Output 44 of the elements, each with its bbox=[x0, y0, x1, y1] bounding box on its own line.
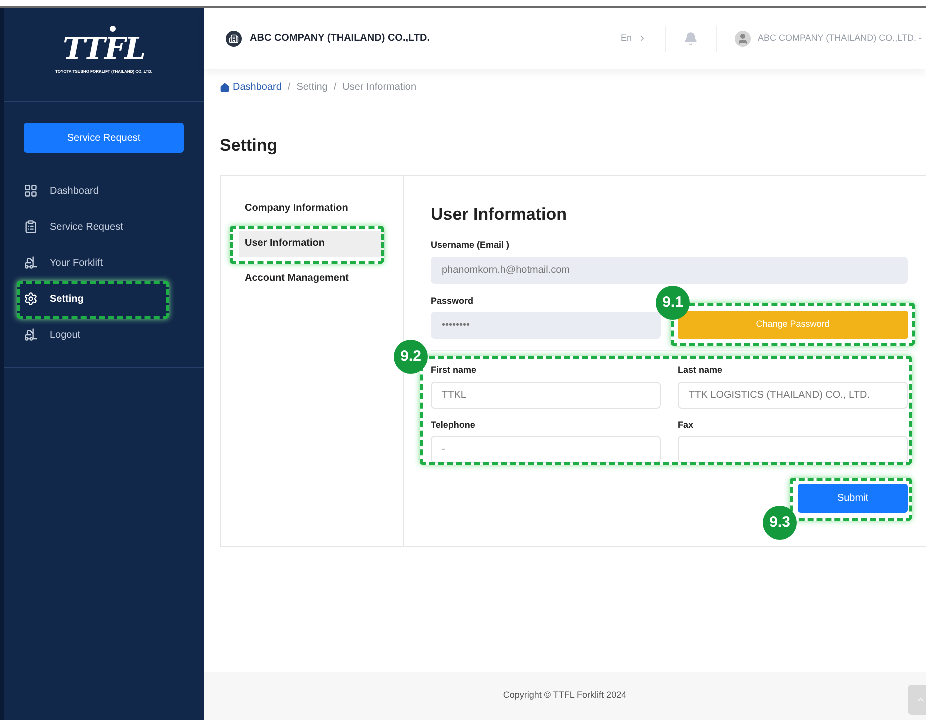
clipboard-icon bbox=[24, 220, 38, 234]
user-name[interactable]: ABC COMPANY (THAILAND) CO.,LTD. - bbox=[758, 32, 922, 46]
sidebar-item[interactable]: Dashboard bbox=[24, 184, 99, 198]
company-name: ABC COMPANY (THAILAND) CO.,LTD. bbox=[250, 32, 430, 46]
page-title: Setting bbox=[220, 135, 279, 157]
breadcrumb-separator: / bbox=[334, 81, 337, 95]
home-icon bbox=[220, 82, 230, 92]
field-label: Password bbox=[431, 294, 475, 308]
breadcrumb-link[interactable]: Dashboard bbox=[220, 80, 282, 95]
input-field[interactable]: - bbox=[431, 436, 661, 463]
section-title: User Information bbox=[431, 204, 568, 226]
forklift-icon bbox=[24, 256, 38, 270]
settings-icon bbox=[24, 292, 38, 306]
grid-icon bbox=[24, 184, 38, 198]
callout-badge: 9.1 bbox=[656, 286, 690, 320]
language-selector[interactable]: En bbox=[620, 32, 647, 46]
sidebar-item[interactable]: Your Forklift bbox=[24, 256, 103, 270]
service-request-button[interactable]: Service Request bbox=[24, 123, 184, 153]
field-label: Username (Email ) bbox=[431, 239, 511, 252]
avatar-icon[interactable] bbox=[734, 30, 751, 46]
breadcrumb-item: User Information bbox=[342, 81, 417, 95]
field-label: Telephone bbox=[431, 418, 476, 432]
sidebar-item[interactable]: Setting bbox=[24, 292, 84, 306]
sidebar-item[interactable]: Service Request bbox=[24, 220, 124, 234]
callout-badge: 9.3 bbox=[763, 506, 797, 540]
notification-bell-icon[interactable] bbox=[684, 32, 698, 46]
submit-button[interactable]: Submit bbox=[798, 484, 908, 513]
field-label: Fax bbox=[678, 418, 695, 432]
sidebar-item[interactable]: Logout bbox=[24, 328, 81, 342]
settings-tab[interactable]: Account Management bbox=[239, 266, 385, 292]
logo-wordmark: TTFL bbox=[62, 34, 146, 66]
settings-tab[interactable]: User Information bbox=[239, 230, 385, 256]
breadcrumb-item: Setting bbox=[296, 81, 328, 95]
input-field[interactable]: TTK LOGISTICS (THAILAND) CO., LTD. bbox=[678, 382, 908, 408]
company-icon bbox=[226, 30, 242, 46]
copyright-text: Copyright © TTFL Forklift 2024 bbox=[503, 689, 627, 702]
input-field[interactable] bbox=[678, 436, 908, 463]
settings-tab[interactable]: Company Information bbox=[239, 196, 385, 222]
callout-badge: 9.2 bbox=[394, 340, 428, 374]
field-label: First name bbox=[431, 364, 478, 377]
field-label: Last name bbox=[678, 364, 724, 377]
breadcrumb-separator: / bbox=[288, 81, 291, 95]
forklift-icon bbox=[24, 328, 38, 342]
input-field[interactable]: TTKL bbox=[431, 382, 661, 408]
